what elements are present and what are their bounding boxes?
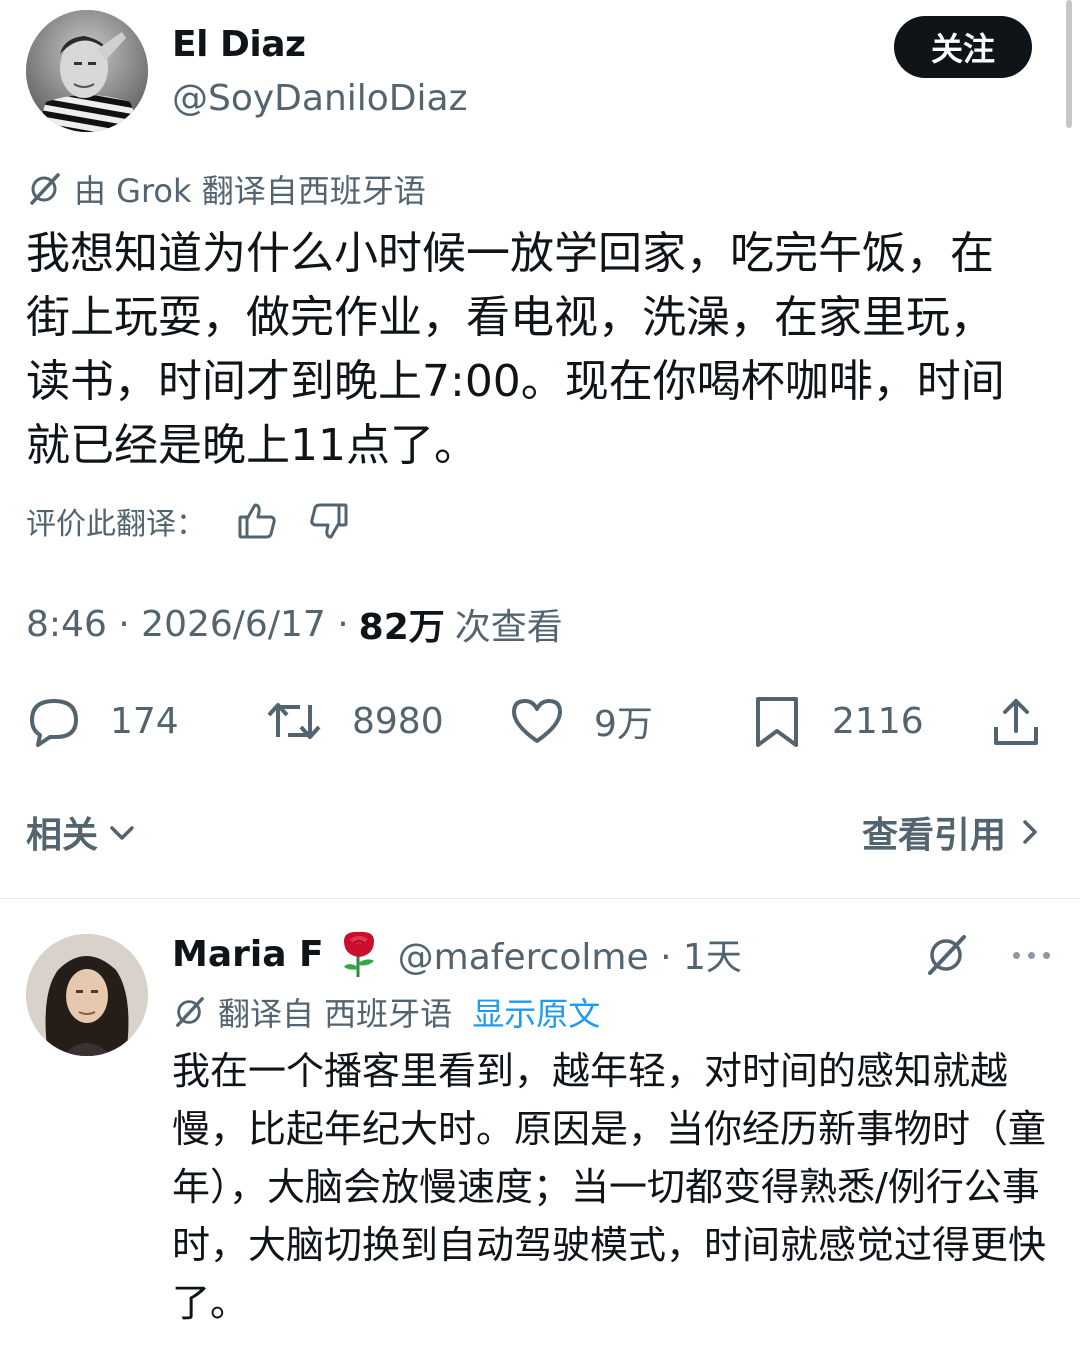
tweet-header: El Diaz @SoyDaniloDiaz 关注: [26, 10, 1036, 132]
grok-icon: [30, 173, 60, 205]
reply-controls: [923, 932, 1050, 978]
reply-author-handle[interactable]: @mafercolme · 1天: [398, 928, 742, 980]
reply-count: 174: [110, 700, 179, 742]
grok-icon: [176, 997, 204, 1027]
reply-icon: [30, 699, 78, 747]
heart-icon: [512, 699, 562, 743]
follow-button[interactable]: 关注: [894, 16, 1032, 78]
more-options-icon[interactable]: [1013, 951, 1050, 959]
tweet-actions: 174 8980 9万 2116: [26, 686, 1046, 756]
rose-emoji-icon: [343, 931, 374, 977]
reply-avatar-image: [26, 934, 148, 1056]
thumbs-down-icon: [310, 503, 348, 539]
tweet-detail-page: El Diaz @SoyDaniloDiaz 关注 由 Grok 翻译自西班牙语…: [0, 0, 1080, 1358]
retweet-button[interactable]: 8980: [264, 686, 444, 756]
related-label: 相关: [26, 815, 99, 856]
thumbs-down-button[interactable]: [308, 500, 350, 542]
show-original-link[interactable]: 显示原文: [472, 989, 600, 1035]
scrollbar-thumb[interactable]: [1066, 0, 1072, 128]
reply-text: 我在一个播客里看到，越年轻，对时间的感知就越慢，比起年纪大时。原因是，当你经历新…: [172, 1049, 1047, 1325]
author-handle[interactable]: @SoyDaniloDiaz: [172, 78, 468, 119]
views-count: 82万: [358, 607, 445, 648]
reply-translation-note: 翻译自 西班牙语 显示原文: [172, 990, 600, 1034]
tweet-meta: 8:46 · 2026/6/17 · 82万 次查看: [26, 598, 563, 650]
views-label: 次查看: [454, 607, 563, 648]
grok-icon[interactable]: [923, 932, 969, 978]
view-quotes-label: 查看引用: [861, 815, 1006, 856]
reply-tweet[interactable]: Maria F @mafercolme · 1天 翻译自 西班牙语 显示原文 我…: [0, 898, 1080, 1358]
tweet-text: 我想知道为什么小时候一放学回家，吃完午饭，在街上玩耍，做完作业，看电视，洗澡，在…: [26, 228, 1005, 471]
author-avatar-image: [26, 10, 148, 132]
bookmark-button[interactable]: 2116: [750, 686, 924, 756]
translation-note: 由 Grok 翻译自西班牙语: [26, 168, 426, 210]
retweet-icon: [267, 703, 321, 739]
retweet-count: 8980: [352, 700, 444, 742]
bookmark-count: 2116: [832, 700, 924, 742]
chevron-down-icon: [110, 826, 134, 840]
rate-translation-row: 评价此翻译：: [26, 496, 350, 546]
translation-note-text: 由 Grok 翻译自西班牙语: [74, 172, 426, 210]
bookmark-icon: [756, 697, 798, 747]
reply-author-name[interactable]: Maria F: [172, 934, 324, 975]
like-count: 9万: [594, 704, 653, 745]
reply-header: Maria F @mafercolme · 1天: [172, 928, 742, 980]
chevron-right-icon: [1023, 820, 1037, 844]
reply-button[interactable]: 174: [26, 686, 179, 756]
like-button[interactable]: 9万: [508, 686, 653, 756]
reply-avatar[interactable]: [26, 934, 148, 1056]
author-name[interactable]: El Diaz: [172, 24, 306, 65]
related-dropdown[interactable]: 相关: [26, 806, 138, 858]
reply-translation-text: 翻译自 西班牙语: [218, 995, 453, 1033]
tweet-timestamp[interactable]: 8:46 · 2026/6/17 ·: [26, 604, 349, 645]
related-row: 相关 查看引用: [26, 806, 1046, 858]
share-button[interactable]: [988, 686, 1072, 756]
view-quotes-link[interactable]: 查看引用: [862, 806, 1046, 858]
rate-translation-label: 评价此翻译：: [26, 507, 206, 542]
share-icon: [994, 699, 1038, 745]
thumbs-up-icon: [238, 503, 276, 539]
author-avatar[interactable]: [26, 10, 148, 132]
thumbs-up-button[interactable]: [236, 500, 278, 542]
